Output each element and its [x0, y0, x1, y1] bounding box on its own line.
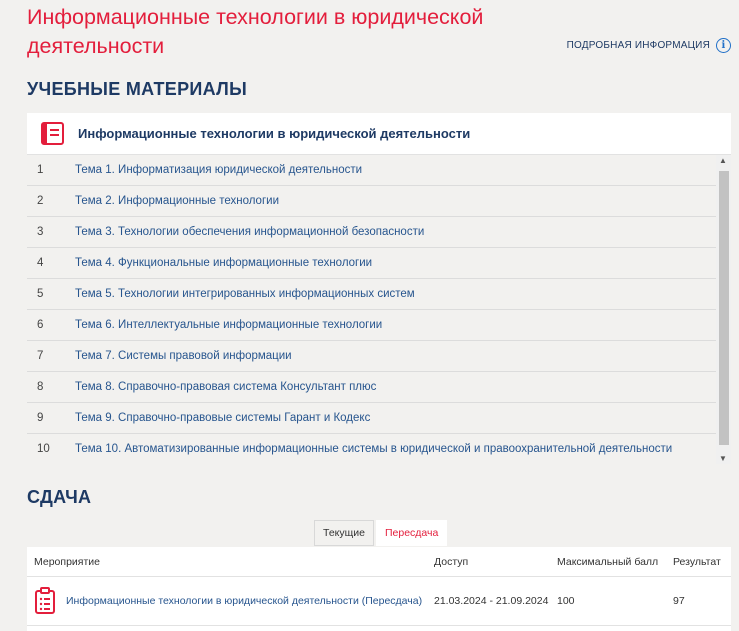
topic-number: 2	[37, 195, 44, 207]
more-info-label: ПОДРОБНАЯ ИНФОРМАЦИЯ	[566, 40, 710, 51]
submission-tabs: Текущие Пересдача	[314, 520, 448, 546]
scrollbar[interactable]: ▲ ▼	[716, 155, 731, 464]
topic-number: 8	[37, 381, 44, 393]
tab-retake[interactable]: Пересдача	[375, 520, 448, 546]
result-cell: 97	[673, 595, 685, 607]
table-row[interactable]: Информационные технологии в юридической …	[27, 577, 731, 626]
topic-link[interactable]: Тема 6. Интеллектуальные информационные …	[75, 319, 382, 331]
list-item[interactable]: 5 Тема 5. Технологии интегрированных инфо…	[27, 279, 716, 310]
list-item[interactable]: 10 Тема 10. Автоматизированные информацио…	[27, 434, 716, 464]
topic-number: 6	[37, 319, 44, 331]
scroll-up-icon[interactable]: ▲	[719, 156, 727, 165]
event-link[interactable]: Информационные технологии в юридической …	[66, 595, 422, 607]
column-header-event[interactable]: Мероприятие	[27, 556, 434, 568]
topic-link[interactable]: Тема 3. Технологии обеспечения информаци…	[75, 226, 424, 238]
topic-link[interactable]: Тема 2. Информационные технологии	[75, 195, 279, 207]
topic-link[interactable]: Тема 5. Технологии интегрированных инфор…	[75, 288, 415, 300]
topic-number: 9	[37, 412, 44, 424]
list-item[interactable]: 1 Тема 1. Информатизация юридической деят…	[27, 155, 716, 186]
topic-number: 5	[37, 288, 44, 300]
topic-link[interactable]: Тема 8. Справочно-правовая система Консу…	[75, 381, 376, 393]
table-header: Мероприятие Доступ Максимальный балл Рез…	[27, 547, 731, 577]
max-score-cell: 100	[557, 595, 575, 607]
more-info-link[interactable]: ПОДРОБНАЯ ИНФОРМАЦИЯ i	[567, 38, 731, 53]
topic-link[interactable]: Тема 9. Справочно-правовые системы Гаран…	[75, 412, 370, 424]
list-item[interactable]: 7 Тема 7. Системы правовой информации	[27, 341, 716, 372]
clipboard-icon	[35, 587, 55, 614]
submission-heading: СДАЧА	[27, 487, 92, 507]
topic-number: 1	[37, 164, 44, 176]
list-item[interactable]: 8 Тема 8. Справочно-правовая система Конс…	[27, 372, 716, 403]
tab-current[interactable]: Текущие	[314, 520, 374, 546]
page-title: Информационные технологии в юридической …	[27, 5, 484, 58]
list-item[interactable]: 2 Тема 2. Информационные технологии	[27, 186, 716, 217]
submission-table: Мероприятие Доступ Максимальный балл Рез…	[27, 547, 731, 631]
topics-list: 1 Тема 1. Информатизация юридической деят…	[27, 155, 716, 464]
column-header-max-score[interactable]: Максимальный балл	[557, 556, 673, 568]
topic-link[interactable]: Тема 7. Системы правовой информации	[75, 350, 292, 362]
event-cell[interactable]: Информационные технологии в юридической …	[27, 587, 434, 615]
info-icon[interactable]: i	[716, 38, 731, 53]
topic-number: 7	[37, 350, 44, 362]
list-item[interactable]: 9 Тема 9. Справочно-правовые системы Гара…	[27, 403, 716, 434]
book-icon	[41, 122, 64, 145]
topic-number: 3	[37, 226, 44, 238]
column-header-access[interactable]: Доступ	[434, 556, 557, 568]
scroll-down-icon[interactable]: ▼	[719, 454, 727, 463]
course-header[interactable]: Информационные технологии в юридической …	[27, 113, 731, 155]
topic-number: 10	[37, 443, 50, 455]
list-item[interactable]: 4 Тема 4. Функциональные информационные т…	[27, 248, 716, 279]
materials-heading: УЧЕБНЫЕ МАТЕРИАЛЫ	[27, 79, 248, 99]
list-item[interactable]: 6 Тема 6. Интеллектуальные информационные…	[27, 310, 716, 341]
access-cell: 21.03.2024 - 21.09.2024	[434, 595, 549, 607]
scrollbar-thumb[interactable]	[719, 171, 729, 445]
column-header-result[interactable]: Результат	[673, 556, 731, 568]
topic-link[interactable]: Тема 4. Функциональные информационные те…	[75, 257, 372, 269]
topic-link[interactable]: Тема 1. Информатизация юридической деяте…	[75, 164, 362, 176]
list-item[interactable]: 3 Тема 3. Технологии обеспечения информац…	[27, 217, 716, 248]
course-materials-panel: Информационные технологии в юридической …	[27, 113, 731, 464]
topic-number: 4	[37, 257, 44, 269]
course-title: Информационные технологии в юридической …	[78, 126, 471, 141]
topic-link[interactable]: Тема 10. Автоматизированные информационн…	[75, 443, 672, 455]
